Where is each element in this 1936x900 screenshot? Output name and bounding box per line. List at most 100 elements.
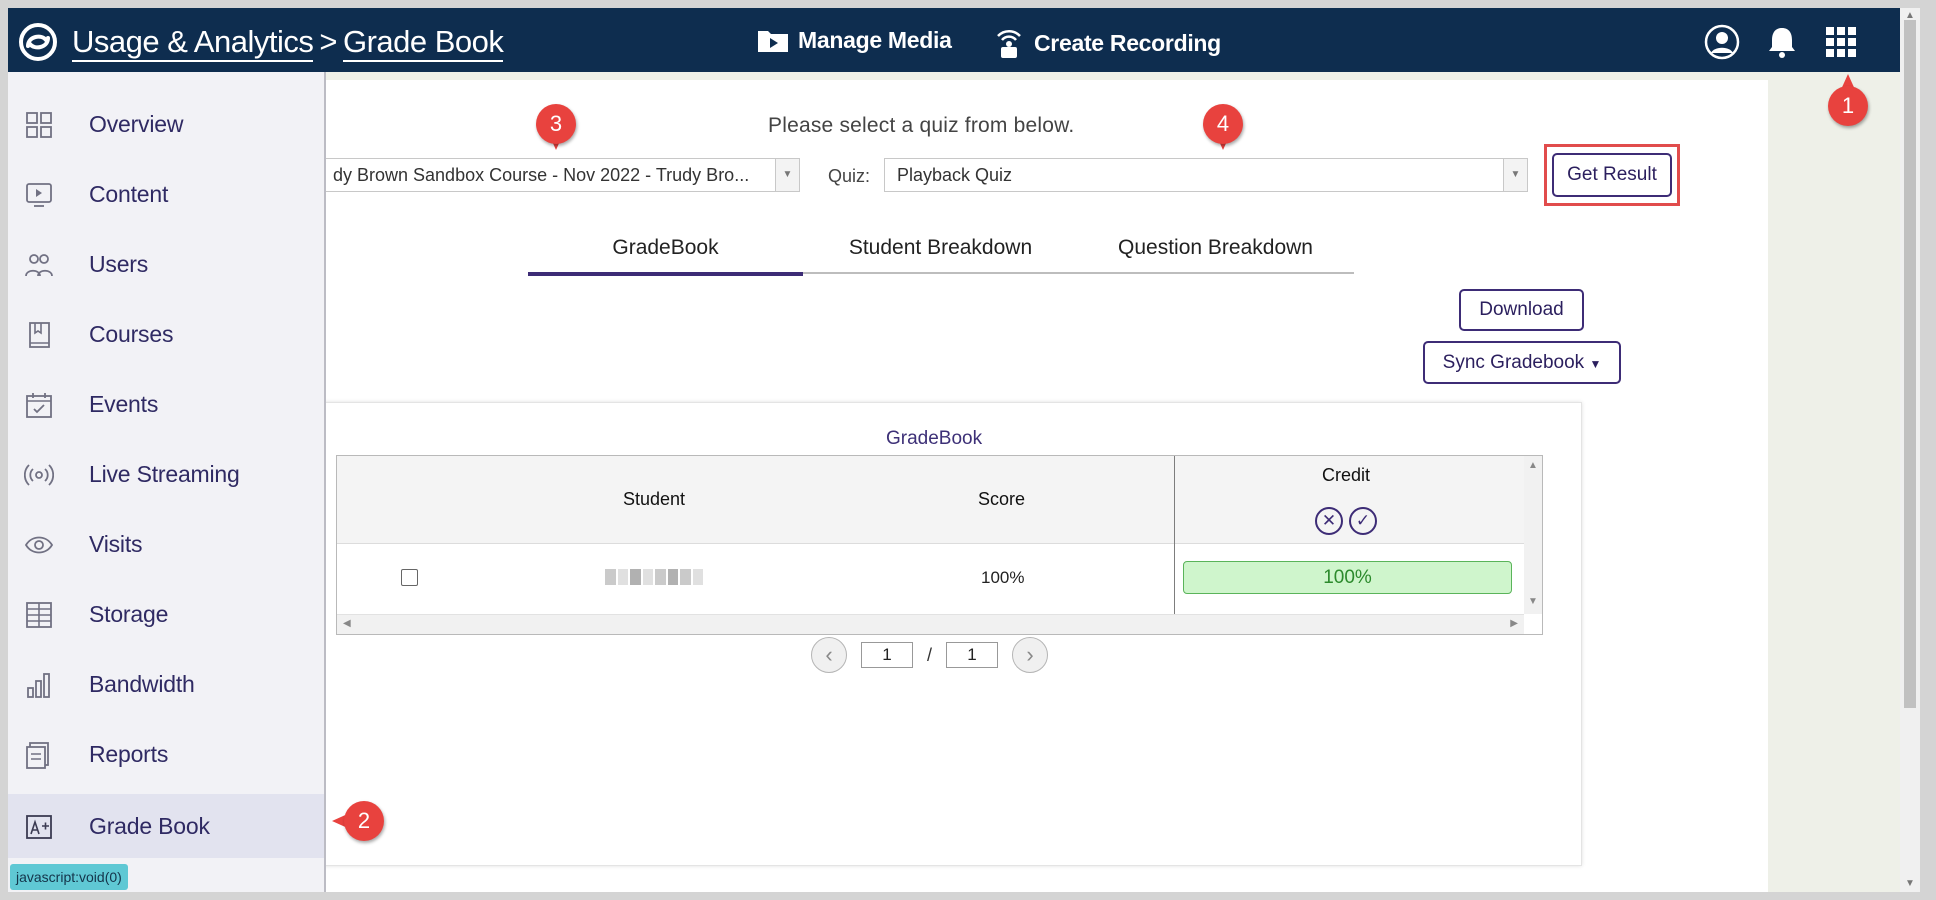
bar-chart-icon bbox=[27, 673, 50, 698]
horizontal-scrollbar[interactable]: ◀ ▶ bbox=[337, 614, 1524, 634]
student-name-redacted bbox=[605, 569, 703, 585]
sidebar-item-live-streaming[interactable]: Live Streaming bbox=[8, 442, 324, 506]
scroll-down-icon[interactable]: ▼ bbox=[1905, 878, 1915, 889]
tab-question-breakdown[interactable]: Question Breakdown bbox=[1078, 228, 1353, 272]
column-divider bbox=[1174, 456, 1175, 614]
credit-input[interactable]: 100% bbox=[1183, 561, 1512, 594]
sidebar-item-label: Storage bbox=[89, 600, 169, 627]
report-tabs: GradeBook Student Breakdown Question Bre… bbox=[528, 228, 1354, 276]
current-page-input[interactable]: 1 bbox=[861, 642, 913, 668]
breadcrumb-usage-analytics[interactable]: Usage & Analytics bbox=[72, 24, 314, 62]
callout-number: 4 bbox=[1216, 111, 1230, 136]
create-recording-link[interactable]: Create Recording bbox=[992, 26, 1221, 60]
sidebar-item-label: Events bbox=[89, 390, 159, 417]
sidebar-item-label: Live Streaming bbox=[89, 460, 240, 487]
sync-gradebook-label: Sync Gradebook bbox=[1442, 352, 1585, 373]
tab-gradebook[interactable]: GradeBook bbox=[528, 228, 803, 276]
play-screen-icon bbox=[26, 183, 52, 207]
reject-credit-icon[interactable]: ✕ bbox=[1315, 507, 1343, 535]
download-button[interactable]: Download bbox=[1459, 289, 1584, 331]
eye-icon bbox=[24, 536, 54, 554]
prev-page-icon[interactable]: ‹ bbox=[811, 637, 847, 673]
manage-media-link[interactable]: Manage Media bbox=[756, 26, 952, 54]
breadcrumb: Usage & Analytics > Grade Book bbox=[72, 24, 504, 62]
sidebar-item-storage[interactable]: Storage bbox=[8, 582, 324, 646]
quiz-select[interactable]: Playback Quiz ▼ bbox=[884, 158, 1528, 192]
dropdown-caret-icon[interactable]: ▼ bbox=[775, 159, 799, 191]
sidebar-item-grade-book[interactable]: Grade Book bbox=[8, 794, 324, 858]
sidebar-item-label: Bandwidth bbox=[89, 670, 195, 697]
reports-icon bbox=[26, 742, 49, 769]
row-checkbox[interactable] bbox=[401, 569, 418, 586]
sync-gradebook-button[interactable]: Sync Gradebook ▼ bbox=[1423, 341, 1621, 384]
approve-credit-icon[interactable]: ✓ bbox=[1349, 507, 1377, 535]
column-header-score[interactable]: Score bbox=[978, 489, 1025, 510]
total-pages: 1 bbox=[946, 642, 999, 668]
table-row: 100% 100% bbox=[337, 544, 1524, 612]
sidebar-item-content[interactable]: Content bbox=[8, 162, 324, 226]
sidebar-item-events[interactable]: Events bbox=[8, 372, 324, 436]
grade-icon bbox=[26, 815, 52, 839]
sidebar-item-courses[interactable]: Courses bbox=[8, 302, 324, 366]
sidebar: Overview Content Users Courses Events Li… bbox=[8, 72, 326, 892]
sidebar-item-label: Reports bbox=[89, 740, 169, 767]
column-header-student[interactable]: Student bbox=[623, 489, 685, 510]
scroll-left-icon[interactable]: ◀ bbox=[343, 618, 351, 629]
dropdown-caret-icon[interactable]: ▼ bbox=[1503, 159, 1527, 191]
callout-number: 1 bbox=[1841, 93, 1855, 118]
gradebook-title: GradeBook bbox=[886, 428, 983, 449]
course-select[interactable]: dy Brown Sandbox Course - Nov 2022 - Tru… bbox=[320, 158, 800, 192]
scroll-down-icon[interactable]: ▼ bbox=[1528, 596, 1538, 607]
quiz-prompt: Please select a quiz from below. bbox=[768, 114, 1075, 137]
page-separator: / bbox=[927, 644, 933, 665]
user-account-icon[interactable] bbox=[1704, 24, 1740, 65]
callout-marker: 4 bbox=[1203, 104, 1243, 154]
next-page-icon[interactable]: › bbox=[1012, 637, 1049, 673]
media-folder-icon bbox=[758, 31, 788, 52]
callout-number: 3 bbox=[549, 111, 563, 136]
sidebar-item-label: Users bbox=[89, 250, 149, 277]
scroll-up-icon[interactable]: ▲ bbox=[1528, 460, 1538, 471]
sidebar-item-label: Overview bbox=[89, 110, 184, 137]
bell-icon[interactable] bbox=[1766, 25, 1798, 64]
gradebook-grid: Student Score Credit ✕ ✓ 100% 100% ◀ ▶ ▲… bbox=[336, 455, 1543, 635]
top-icons bbox=[1704, 24, 1858, 65]
sidebar-item-label: Content bbox=[89, 180, 169, 207]
users-icon bbox=[25, 254, 53, 277]
grid-header: Student Score Credit ✕ ✓ bbox=[337, 456, 1524, 544]
grid-icon bbox=[26, 112, 52, 138]
sidebar-item-overview[interactable]: Overview bbox=[8, 92, 324, 156]
get-result-button[interactable]: Get Result bbox=[1552, 153, 1672, 197]
book-icon bbox=[29, 322, 50, 348]
sidebar-item-bandwidth[interactable]: Bandwidth bbox=[8, 652, 324, 716]
top-bar: Usage & Analytics > Grade Book Manage Medi… bbox=[8, 8, 1908, 72]
course-select-value: dy Brown Sandbox Course - Nov 2022 - Tru… bbox=[333, 165, 750, 185]
sidebar-item-reports[interactable]: Reports bbox=[8, 722, 324, 786]
score-cell: 100% bbox=[981, 568, 1025, 587]
breadcrumb-current: Grade Book bbox=[342, 24, 504, 62]
sidebar-item-visits[interactable]: Visits bbox=[8, 512, 324, 576]
apps-grid-icon[interactable] bbox=[1824, 25, 1858, 64]
column-header-credit: Credit bbox=[1322, 465, 1371, 485]
callout-marker: 1 bbox=[1828, 74, 1868, 136]
vertical-scrollbar[interactable]: ▲ ▼ bbox=[1524, 456, 1542, 614]
quiz-label: Quiz: bbox=[828, 166, 871, 186]
scrollbar-thumb[interactable] bbox=[1904, 20, 1916, 708]
status-bar-url: javascript:void(0) bbox=[10, 864, 128, 890]
sidebar-item-users[interactable]: Users bbox=[8, 232, 324, 296]
storage-icon bbox=[26, 602, 52, 628]
pagination: ‹ 1 / 1 › bbox=[811, 637, 1049, 673]
recording-icon bbox=[997, 29, 1021, 58]
page-scrollbar[interactable]: ▲ ▼ bbox=[1900, 8, 1920, 892]
tab-student-breakdown[interactable]: Student Breakdown bbox=[803, 228, 1078, 272]
broadcast-icon bbox=[24, 464, 54, 486]
manage-media-label: Manage Media bbox=[798, 26, 952, 53]
callout-number: 2 bbox=[357, 808, 371, 833]
sidebar-item-label: Visits bbox=[89, 530, 143, 557]
quiz-select-value: Playback Quiz bbox=[897, 165, 1013, 185]
create-recording-label: Create Recording bbox=[1034, 29, 1221, 56]
callout-marker: 2 bbox=[332, 801, 386, 841]
app-logo-icon[interactable] bbox=[16, 22, 60, 62]
breadcrumb-separator: > bbox=[319, 24, 337, 59]
scroll-right-icon[interactable]: ▶ bbox=[1510, 618, 1518, 629]
